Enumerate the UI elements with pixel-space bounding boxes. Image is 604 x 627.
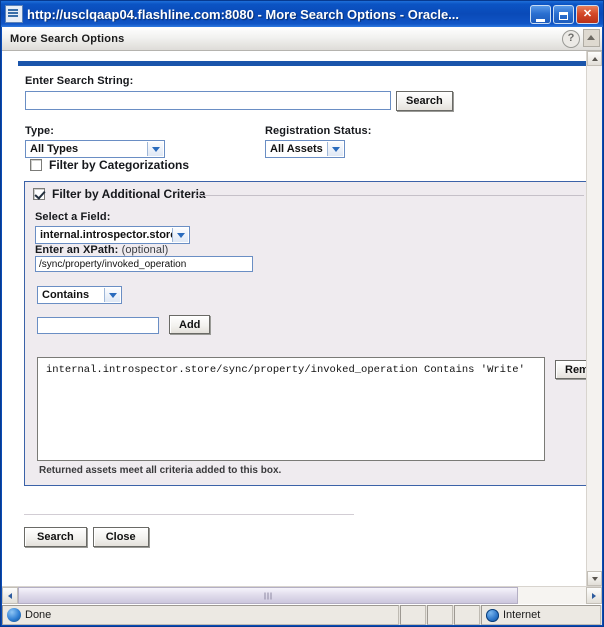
panel-divider (195, 195, 584, 196)
scroll-up-button[interactable] (587, 51, 602, 66)
search-button-top[interactable]: Search (396, 91, 453, 111)
scroll-left-button[interactable] (2, 587, 18, 604)
status-pane-3 (454, 605, 480, 625)
scroll-left-arrow-icon (8, 592, 12, 599)
window-title: http://usclqaap04.flashline.com:8080 - M… (27, 6, 460, 22)
additional-criteria-inner: Filter by Additional Criteria Select a F… (25, 182, 586, 485)
actions-divider (24, 514, 354, 515)
filter-categorizations-checkbox[interactable] (30, 159, 42, 171)
window-controls: ✕ (530, 4, 603, 24)
remove-criteria-button[interactable]: Remove (555, 360, 586, 379)
vertical-scroll-track[interactable] (587, 66, 602, 571)
scroll-right-button[interactable] (586, 587, 602, 604)
help-icon[interactable]: ? (562, 30, 580, 48)
collapse-icon[interactable] (583, 29, 600, 47)
browser-page-icon (5, 5, 23, 23)
status-message-pane: Done (2, 605, 399, 625)
search-input[interactable] (25, 91, 391, 110)
browser-window: http://usclqaap04.flashline.com:8080 - M… (0, 0, 604, 627)
additional-criteria-panel: Filter by Additional Criteria Select a F… (24, 181, 586, 486)
search-string-block: Enter Search String: Search (25, 75, 453, 111)
maximize-button[interactable] (553, 4, 574, 24)
operator-select[interactable]: Contains (37, 286, 122, 304)
action-buttons: Search Close (24, 527, 149, 547)
criteria-value-input[interactable] (37, 317, 159, 334)
scroll-down-arrow-icon (591, 576, 598, 581)
status-pane-1 (400, 605, 426, 625)
registration-filter-group: Registration Status: All Assets (265, 125, 372, 158)
accent-rule (18, 61, 586, 66)
xpath-label: Enter an XPath: (optional) (35, 244, 168, 256)
status-bar: Done Internet (2, 604, 602, 625)
vertical-scrollbar[interactable] (586, 51, 602, 586)
field-select[interactable]: internal.introspector.store (35, 226, 190, 244)
filter-categorizations-row[interactable]: Filter by Categorizations (30, 158, 189, 172)
type-select-value: All Types (30, 143, 79, 155)
status-pane-2 (427, 605, 453, 625)
registration-label: Registration Status: (265, 125, 372, 137)
security-zone-pane: Internet (481, 605, 601, 625)
page-title: More Search Options (10, 32, 125, 45)
content-wrapper: Enter Search String: Search Type: All Ty… (2, 51, 602, 604)
chevron-down-icon (327, 142, 343, 156)
status-message: Done (25, 609, 52, 621)
field-select-value: internal.introspector.store (40, 229, 177, 241)
security-zone-label: Internet (503, 609, 541, 621)
chevron-down-icon (147, 142, 163, 156)
close-icon: ✕ (582, 7, 593, 20)
search-string-label: Enter Search String: (25, 75, 134, 87)
page-header-band: More Search Options ? (2, 27, 602, 51)
globe-icon (486, 608, 499, 622)
scroll-up-arrow-icon (591, 56, 598, 61)
horizontal-scrollbar[interactable] (2, 586, 602, 604)
registration-select-value: All Assets (270, 143, 323, 155)
window-titlebar[interactable]: http://usclqaap04.flashline.com:8080 - M… (1, 1, 603, 27)
page-body: Enter Search String: Search Type: All Ty… (2, 51, 586, 586)
xpath-input[interactable] (35, 256, 253, 272)
filter-additional-criteria-label: Filter by Additional Criteria (52, 187, 206, 201)
criteria-list[interactable]: internal.introspector.store/sync/propert… (37, 357, 545, 461)
chevron-down-icon (172, 228, 188, 242)
page-done-icon (7, 608, 21, 622)
close-button-bottom[interactable]: Close (92, 527, 149, 547)
type-filter-group: Type: All Types (25, 125, 265, 158)
search-button-bottom[interactable]: Search (24, 527, 87, 547)
operator-select-value: Contains (42, 289, 90, 301)
chevron-down-icon (104, 288, 120, 302)
filter-additional-criteria-checkbox[interactable] (33, 188, 45, 200)
xpath-label-text: Enter an XPath: (35, 244, 119, 256)
scroll-down-button[interactable] (587, 571, 602, 586)
filter-categorizations-label: Filter by Categorizations (49, 158, 190, 172)
filters-row: Type: All Types Registration Status: All… (25, 125, 372, 158)
type-select[interactable]: All Types (25, 140, 165, 158)
scroll-thumb-grip-icon (264, 592, 272, 599)
criteria-hint: Returned assets meet all criteria added … (39, 465, 282, 476)
xpath-label-optional: (optional) (121, 244, 169, 256)
minimize-button[interactable] (530, 4, 551, 24)
scroll-right-arrow-icon (592, 592, 596, 599)
horizontal-scroll-thumb[interactable] (18, 587, 518, 604)
registration-select[interactable]: All Assets (265, 140, 345, 158)
type-label: Type: (25, 125, 55, 137)
search-row: Search (25, 91, 453, 111)
content-row: Enter Search String: Search Type: All Ty… (2, 51, 602, 586)
select-field-label: Select a Field: (35, 211, 111, 223)
list-item[interactable]: internal.introspector.store/sync/propert… (46, 364, 536, 376)
horizontal-scroll-track[interactable] (18, 587, 586, 604)
close-button[interactable]: ✕ (576, 4, 599, 24)
filter-additional-criteria-row[interactable]: Filter by Additional Criteria (33, 187, 206, 201)
add-criteria-button[interactable]: Add (169, 315, 211, 334)
